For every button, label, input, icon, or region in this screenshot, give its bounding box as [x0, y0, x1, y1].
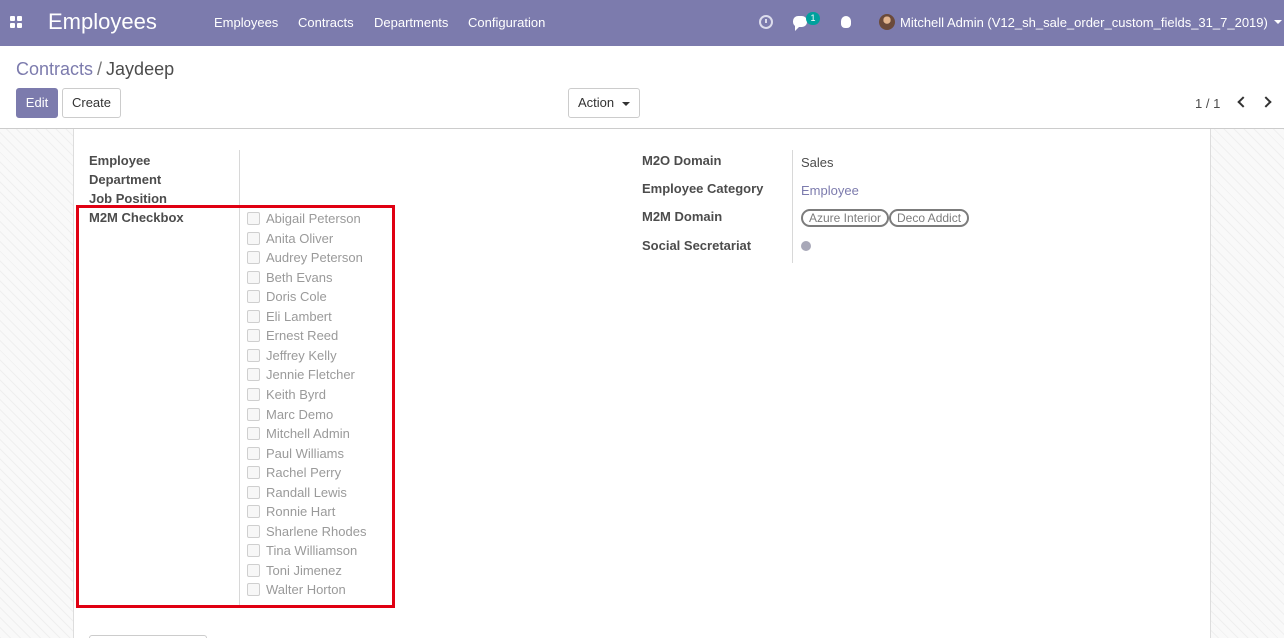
checkbox-label: Jeffrey Kelly — [266, 347, 337, 363]
menu-employees[interactable]: Employees — [214, 15, 278, 30]
checkbox[interactable] — [247, 368, 260, 382]
job-position-label: Job Position — [89, 191, 167, 206]
checkbox-label: Ronnie Hart — [266, 504, 336, 520]
right-group-divider — [792, 150, 793, 263]
menu-contracts[interactable]: Contracts — [298, 15, 354, 30]
m2m-checkbox-label: M2M Checkbox — [89, 210, 184, 225]
edit-button[interactable]: Edit — [16, 88, 58, 118]
breadcrumb-contracts[interactable]: Contracts — [16, 59, 93, 79]
checkbox[interactable] — [247, 251, 260, 265]
menu-departments[interactable]: Departments — [374, 15, 448, 30]
checkbox-label: Toni Jimenez — [266, 562, 342, 578]
apps-menu-icon[interactable] — [10, 16, 22, 28]
breadcrumb: Contracts / Jaydeep — [16, 59, 174, 80]
employee-category-value[interactable]: Employee — [801, 183, 859, 198]
menu-configuration[interactable]: Configuration — [468, 15, 545, 30]
debug-bug-icon[interactable] — [841, 16, 851, 28]
checkbox[interactable] — [247, 427, 260, 441]
checkbox[interactable] — [247, 524, 260, 538]
employee-category-label: Employee Category — [642, 181, 764, 196]
top-navbar: Employees Employees Contracts Department… — [0, 0, 1284, 46]
checkbox[interactable] — [247, 407, 260, 421]
pager-next-icon[interactable] — [1260, 96, 1272, 108]
employee-label: Employee — [89, 153, 151, 168]
checkbox-label: Eli Lambert — [266, 308, 332, 324]
breadcrumb-separator: / — [97, 59, 103, 79]
left-group-divider — [239, 150, 240, 605]
checkbox[interactable] — [247, 544, 260, 558]
chat-icon[interactable] — [793, 16, 807, 31]
department-label: Department — [89, 172, 162, 187]
checkbox-label: Keith Byrd — [266, 386, 326, 402]
checkbox[interactable] — [247, 212, 260, 225]
checkbox-label: Abigail Peterson — [266, 211, 361, 226]
m2m-domain-tag: Deco Addict — [889, 209, 970, 227]
checkbox[interactable] — [247, 309, 260, 323]
checkbox-label: Paul Williams — [266, 445, 345, 461]
checkbox[interactable] — [247, 583, 260, 597]
checkbox-label: Doris Cole — [266, 289, 327, 305]
checkbox-label: Randall Lewis — [266, 484, 347, 500]
checkbox[interactable] — [247, 387, 260, 401]
avatar[interactable] — [879, 14, 895, 30]
chat-count-badge: 1 — [806, 12, 820, 25]
m2o-domain-label: M2O Domain — [642, 153, 722, 168]
checkbox-label: Jennie Fletcher — [266, 367, 355, 383]
pager-value[interactable]: 1 / 1 — [1195, 96, 1220, 111]
checkbox-label: Rachel Perry — [266, 465, 342, 481]
m2m-domain-label: M2M Domain — [642, 209, 723, 224]
checkbox-label: Audrey Peterson — [266, 250, 363, 266]
social-secretariat-dot — [801, 241, 811, 251]
user-menu-caret-icon[interactable] — [1274, 20, 1282, 24]
checkbox[interactable] — [247, 231, 260, 245]
m2m-domain-tag: Azure Interior — [801, 209, 890, 227]
checkbox-label: Tina Williamson — [266, 543, 358, 559]
checkbox-label: Walter Horton — [266, 582, 346, 598]
create-button[interactable]: Create — [62, 88, 121, 118]
checkbox[interactable] — [247, 348, 260, 362]
checkbox-label: Mitchell Admin — [266, 426, 350, 442]
app-title: Employees — [48, 9, 157, 34]
social-secretariat-label: Social Secretariat — [642, 238, 752, 253]
checkbox[interactable] — [247, 270, 260, 284]
action-dropdown[interactable]: Action — [568, 88, 640, 118]
checkbox-label: Marc Demo — [266, 406, 334, 422]
checkbox[interactable] — [247, 466, 260, 480]
checkbox-label: Sharlene Rhodes — [266, 523, 367, 539]
checkbox[interactable] — [247, 446, 260, 460]
checkbox-label: Beth Evans — [266, 269, 333, 285]
m2o-domain-value: Sales — [801, 155, 834, 170]
form-sheet — [73, 129, 1211, 638]
user-menu[interactable]: Mitchell Admin (V12_sh_sale_order_custom… — [900, 15, 1268, 30]
checkbox[interactable] — [247, 290, 260, 304]
checkbox[interactable] — [247, 485, 260, 499]
checkbox-label: Anita Oliver — [266, 230, 334, 246]
action-label: Action — [578, 95, 615, 110]
checkbox-label: Ernest Reed — [266, 328, 339, 344]
action-caret-icon — [622, 102, 630, 106]
checkbox[interactable] — [247, 329, 260, 343]
checkbox[interactable] — [247, 563, 260, 577]
pager-previous-icon[interactable] — [1237, 96, 1249, 108]
activity-clock-icon[interactable] — [759, 15, 773, 29]
checkbox[interactable] — [247, 505, 260, 519]
breadcrumb-current: Jaydeep — [106, 59, 175, 79]
